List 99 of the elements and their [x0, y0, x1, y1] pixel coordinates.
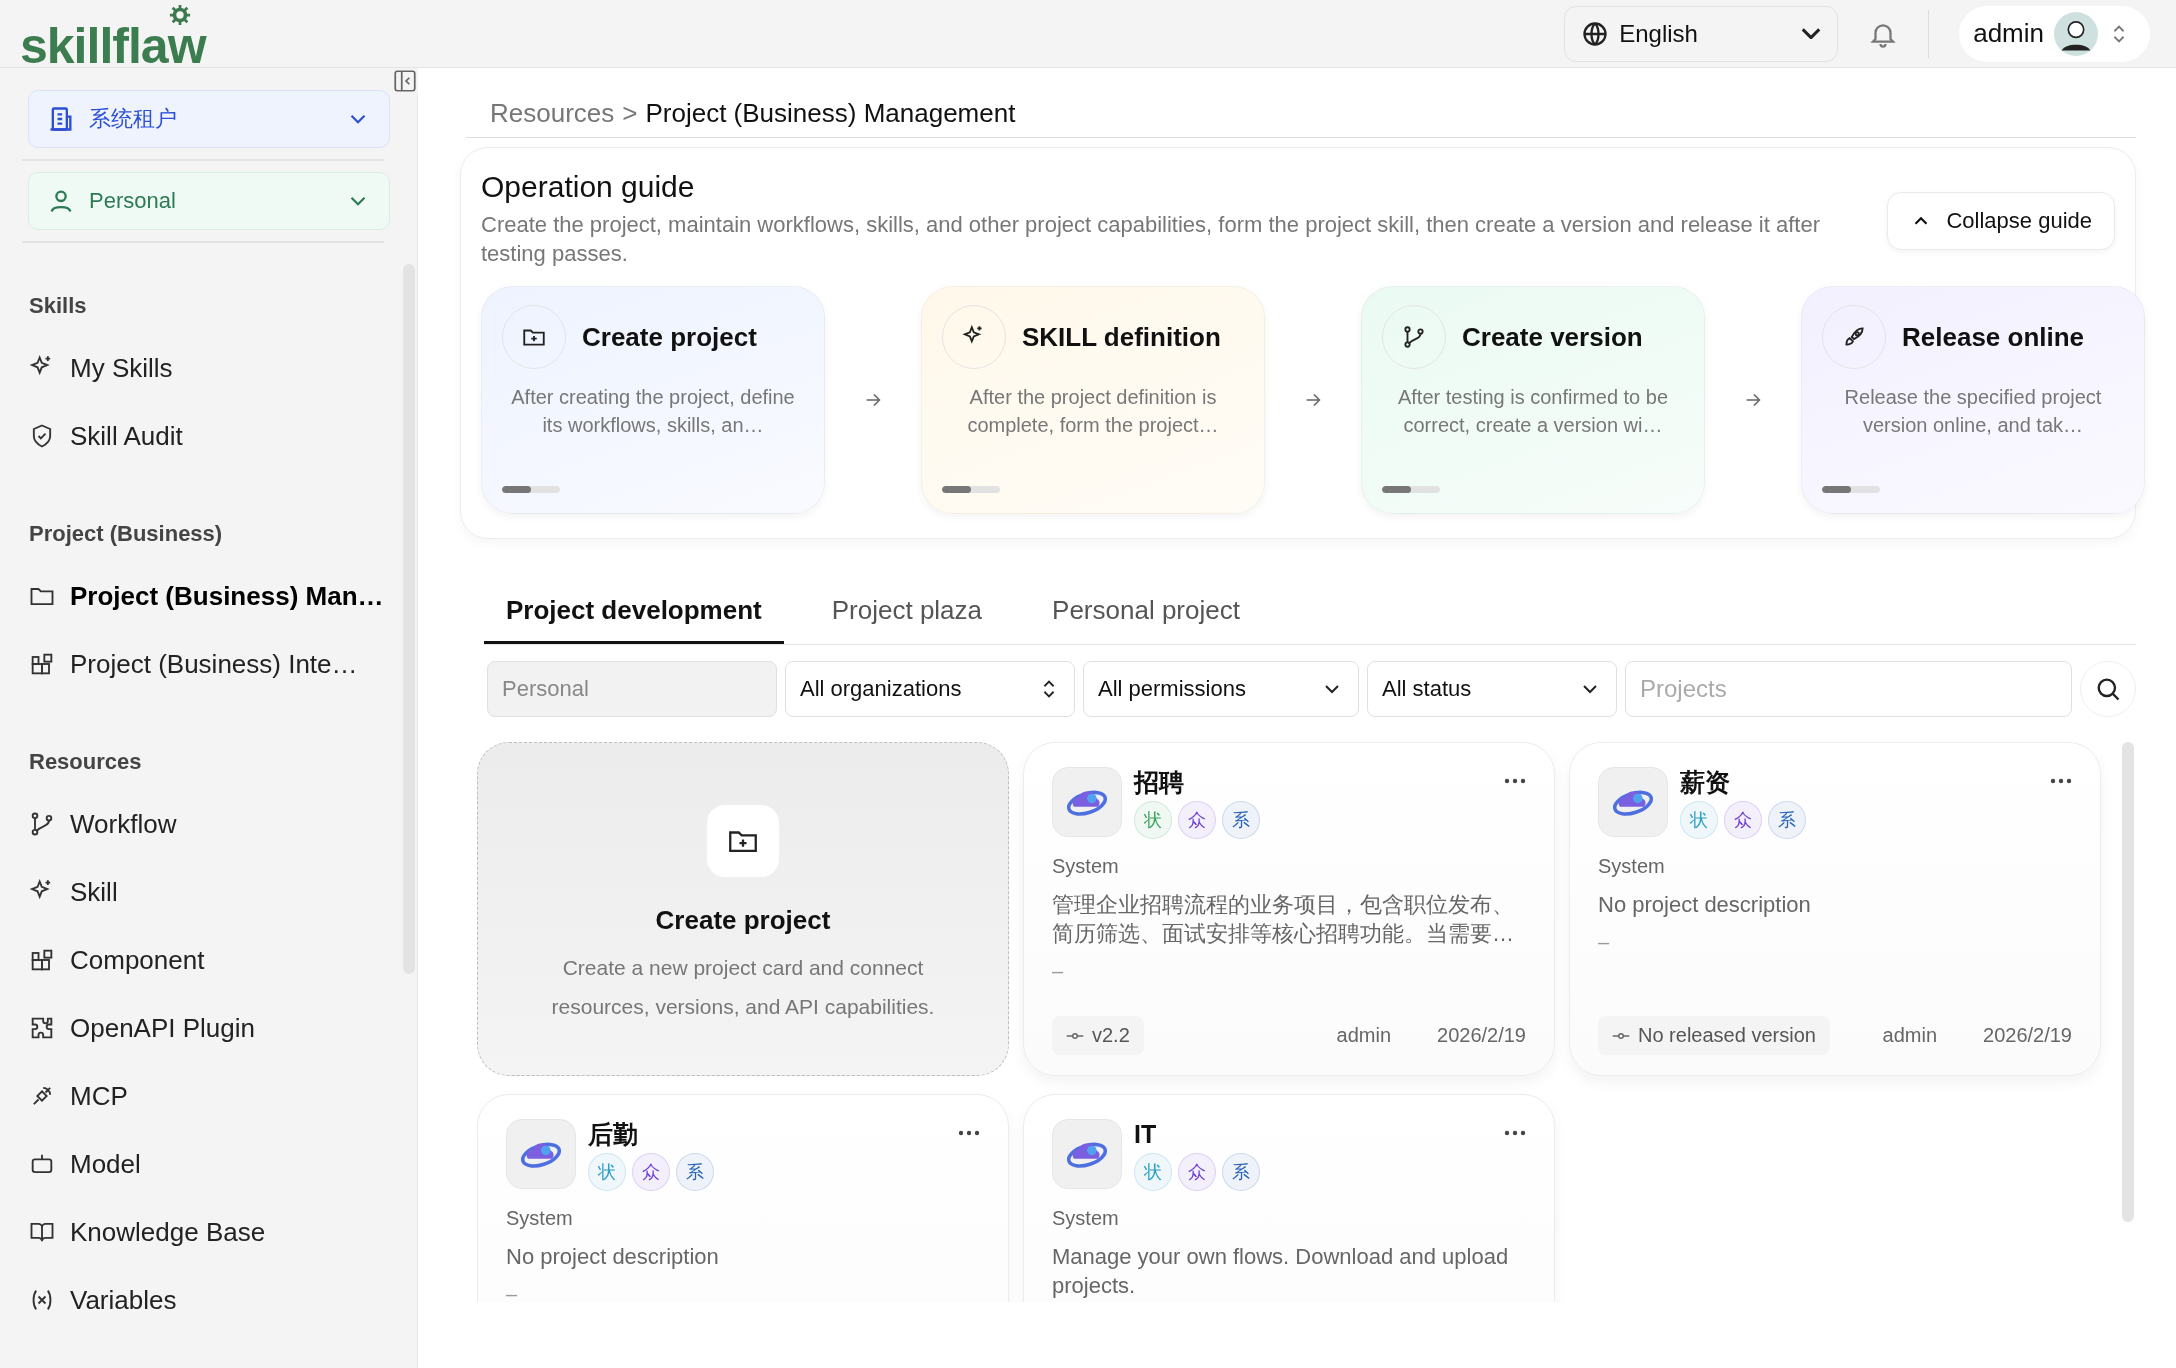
breadcrumb-link[interactable]: Resources	[490, 98, 615, 129]
date: 2026/2/19	[1437, 1024, 1526, 1047]
tab[interactable]: Project development	[484, 583, 784, 644]
breadcrumb-current: Project (Business) Management	[645, 98, 1016, 129]
tab[interactable]: Project plaza	[809, 583, 1005, 644]
tab[interactable]: Personal project	[1030, 583, 1262, 644]
project-name: IT	[1134, 1119, 1158, 1149]
placeholder-dash: –	[1598, 931, 1611, 954]
sidebar-item[interactable]: Model	[28, 1130, 141, 1198]
sidebar-item[interactable]: Variables	[28, 1266, 177, 1334]
breadcrumb-separator: >	[622, 98, 638, 129]
project-description: No project description	[506, 1243, 720, 1271]
placeholder-dash: –	[1052, 960, 1065, 983]
globe-icon	[1581, 19, 1610, 48]
permission-select[interactable]: All permissions	[1083, 661, 1359, 717]
sidebar-item[interactable]: OpenAPI Plugin	[28, 994, 255, 1062]
cloud-logo-icon	[1052, 1119, 1122, 1189]
more-icon[interactable]	[1502, 777, 1528, 785]
sidebar-collapse-icon[interactable]	[392, 68, 418, 94]
section-title: Resources	[29, 748, 143, 776]
step-title: SKILL definition	[1022, 321, 1221, 353]
chevron-down-icon	[1801, 28, 1822, 39]
sidebar-item[interactable]: Knowledge Base	[28, 1198, 266, 1266]
tag: 系	[676, 1153, 714, 1191]
scrollbar[interactable]	[2122, 742, 2134, 1222]
sidebar-item[interactable]: Component	[28, 926, 205, 994]
owner-label: System	[506, 1207, 574, 1230]
owner-label: System	[1598, 855, 1666, 878]
more-icon[interactable]	[1502, 1129, 1528, 1137]
search-field[interactable]: Projects	[1625, 661, 2072, 717]
cloud-logo-icon	[506, 1119, 576, 1189]
commit-icon	[1066, 1030, 1084, 1041]
tag: 状	[588, 1153, 626, 1191]
tag: 众	[1724, 801, 1762, 839]
tag: 状	[1134, 1153, 1172, 1191]
project-card[interactable]: IT 状 众 系 System Manage your own flows. Download and upload projects.	[1023, 1094, 1555, 1302]
version-badge: No released version	[1598, 1016, 1830, 1055]
cloud-logo-icon	[1598, 767, 1668, 837]
project-card[interactable]: 薪资 状 众 系 System No project description – No released version admin 2026/2/19	[1569, 742, 2101, 1076]
section-title: Skills	[29, 292, 88, 320]
tag: 众	[1178, 801, 1216, 839]
cloud-logo-icon	[1052, 767, 1122, 837]
guide-title: Operation guide	[481, 170, 696, 204]
project-name: 薪资	[1680, 767, 1731, 797]
section-title: Project (Business)	[29, 520, 224, 548]
tag: 系	[1768, 801, 1806, 839]
logo-text: skillflaw	[20, 25, 206, 66]
status-select[interactable]: All status	[1367, 661, 1617, 717]
sidebar-item[interactable]: Project (Business) Inte…	[28, 630, 358, 698]
commit-icon	[1612, 1030, 1630, 1041]
author-name: admin	[1882, 1024, 1937, 1047]
project-description: 管理企业招聘流程的业务项目，包含职位发布、简历筛选、面试安排等核心招聘功能。当需要…	[1052, 891, 1515, 948]
tag: 状	[1680, 801, 1718, 839]
avatar-icon	[2054, 11, 2098, 56]
step-description: Release the specified project version online, and tak…	[1843, 385, 2103, 438]
project-name: 后勤	[588, 1119, 639, 1149]
step-description: After the project definition is complete, form the project…	[966, 385, 1220, 438]
tag: 系	[1222, 1153, 1260, 1191]
sidebar-item[interactable]: Skill	[28, 858, 118, 926]
sidebar-item[interactable]: MCP	[28, 1062, 128, 1130]
sidebar-item[interactable]: Workflow	[28, 790, 177, 858]
step-title: Create version	[1462, 321, 1643, 353]
step-title: Create project	[582, 321, 757, 353]
tag: 众	[632, 1153, 670, 1191]
more-icon[interactable]	[2048, 777, 2074, 785]
owner-label: System	[1052, 855, 1120, 878]
create-project-card[interactable]: Create project Create a new project card and connect resources, versions, and API capabilities.	[477, 742, 1009, 1076]
folder-plus-icon	[707, 805, 779, 877]
user-menu[interactable]: admin	[1959, 5, 2150, 62]
more-icon[interactable]	[956, 1129, 982, 1137]
tenant-select[interactable]: 系统租户	[28, 90, 390, 148]
tag: 系	[1222, 801, 1260, 839]
project-card[interactable]: 后勤 状 众 系 System No project description –	[477, 1094, 1009, 1302]
step-description: After testing is confirmed to be correct, create a version wi…	[1396, 385, 1670, 438]
author-name: admin	[1336, 1024, 1391, 1047]
step-description: After creating the project, define its workflows, skills, an…	[510, 385, 796, 438]
placeholder-dash: –	[506, 1283, 519, 1302]
language-select[interactable]: English	[1564, 5, 1839, 62]
scope-field: Personal	[487, 661, 777, 717]
sidebar-item[interactable]: My Skills	[28, 334, 173, 402]
tag: 状	[1134, 801, 1172, 839]
project-description: Manage your own flows. Download and upload projects.	[1052, 1243, 1510, 1300]
organization-select[interactable]: All organizations	[785, 661, 1075, 717]
version-badge: v2.2	[1052, 1016, 1144, 1055]
date: 2026/2/19	[1983, 1024, 2072, 1047]
sidebar-item[interactable]: Skill Audit	[28, 402, 183, 470]
create-project-description: Create a new project card and connect resources, versions, and API capabilities.	[550, 955, 936, 1020]
step-title: Release online	[1902, 321, 2085, 353]
collapse-guide-button[interactable]: Collapse guide	[1887, 192, 2115, 250]
project-description: No project description	[1598, 891, 1812, 919]
search-button[interactable]	[2080, 661, 2136, 717]
sidebar-item[interactable]: Project (Business) Man…	[28, 562, 384, 630]
guide-description: Create the project, maintain workflows, skills, and other project capabilities, form the project skill, then create a version and release it after testing passes.	[481, 211, 1821, 268]
project-name: 招聘	[1134, 767, 1185, 797]
tag: 众	[1178, 1153, 1216, 1191]
workspace-select[interactable]: Personal	[28, 172, 390, 230]
create-project-title: Create project	[655, 905, 831, 936]
owner-label: System	[1052, 1207, 1120, 1230]
project-card[interactable]: 招聘 状 众 系 System 管理企业招聘流程的业务项目，包含职位发布、简历筛选、面试安排等核心招聘功能。当需要… – v2.2 admin 2026/2/19	[1023, 742, 1555, 1076]
